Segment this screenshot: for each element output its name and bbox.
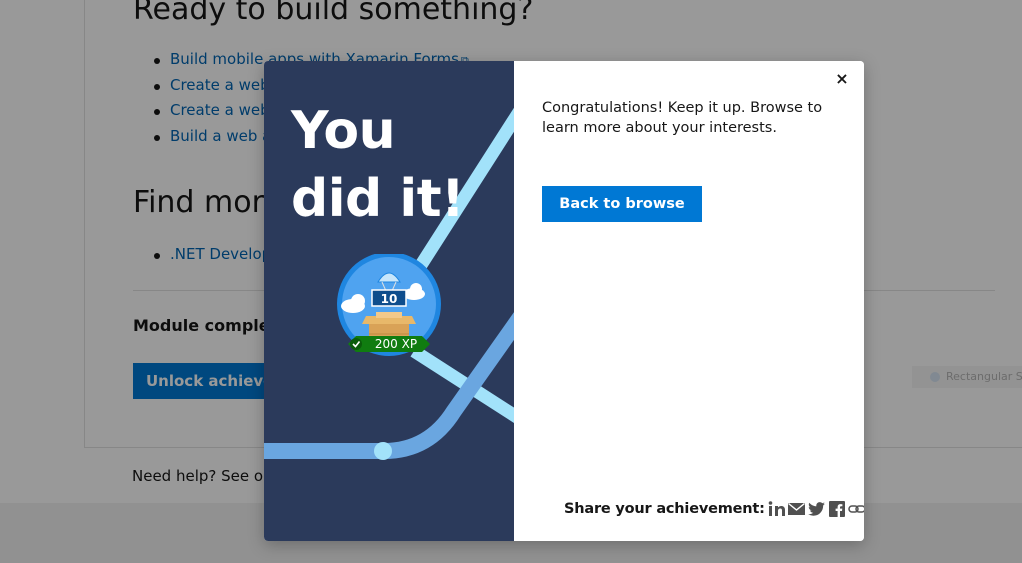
achievement-art-panel: You did it! 10 200 XP bbox=[264, 61, 514, 541]
congrats-message: Congratulations! Keep it up. Browse to l… bbox=[542, 100, 823, 136]
share-label: Share your achievement: bbox=[564, 501, 765, 517]
email-icon[interactable] bbox=[787, 499, 807, 519]
achievement-details-panel: × Congratulations! Keep it up. Browse to… bbox=[514, 61, 864, 541]
share-icons bbox=[767, 499, 864, 519]
twitter-icon[interactable] bbox=[807, 499, 827, 519]
achievement-modal: You did it! 10 200 XP × Congratulations!… bbox=[264, 61, 864, 541]
link-icon[interactable] bbox=[847, 499, 864, 519]
close-button[interactable]: × bbox=[834, 71, 850, 87]
back-to-browse-button[interactable]: Back to browse bbox=[542, 186, 702, 222]
linkedin-icon[interactable] bbox=[767, 499, 787, 519]
xp-badge: 10 200 XP bbox=[336, 252, 442, 362]
badge-number: 10 bbox=[380, 292, 398, 306]
headline: You did it! bbox=[291, 101, 465, 229]
share-row: Share your achievement: bbox=[564, 499, 864, 519]
xp-label: 200 XP bbox=[374, 337, 418, 351]
facebook-icon[interactable] bbox=[827, 499, 847, 519]
